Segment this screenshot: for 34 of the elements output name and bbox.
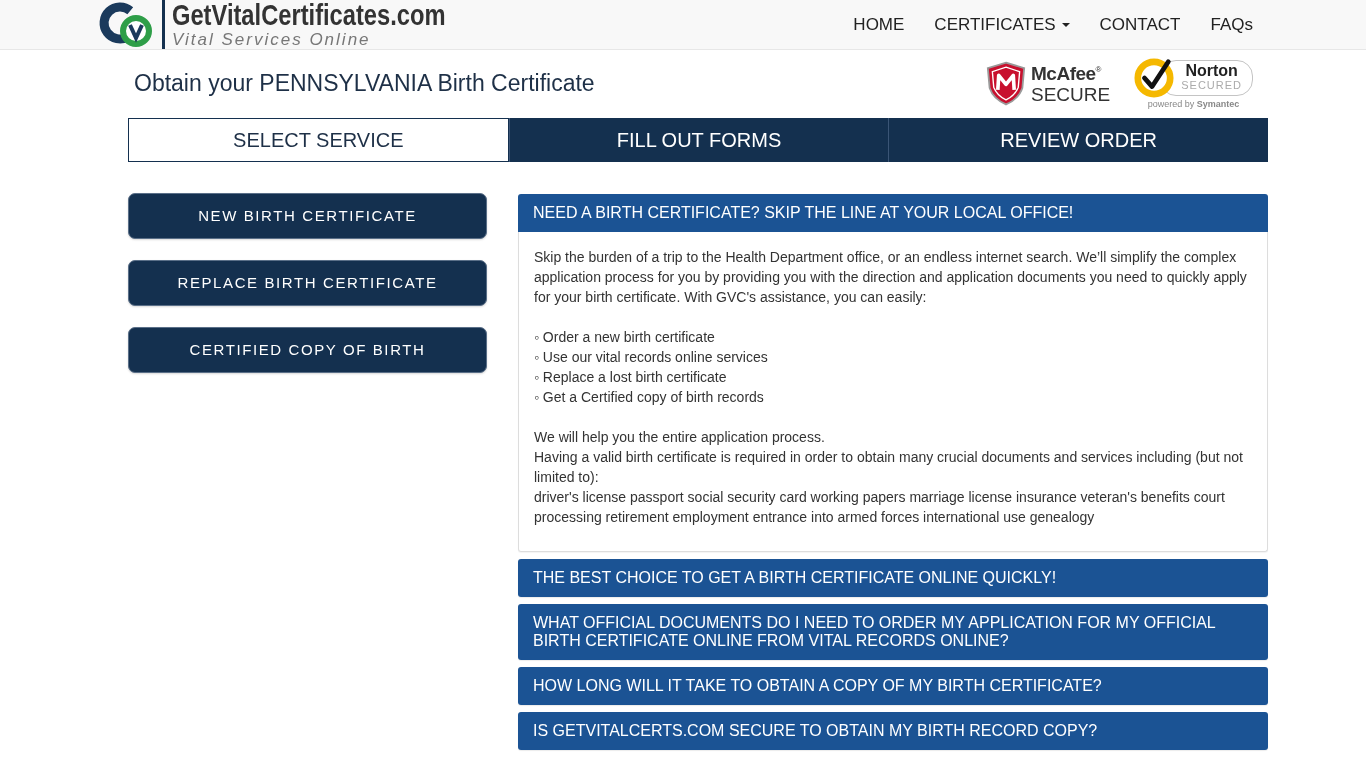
caret-icon	[1061, 22, 1070, 27]
service-button[interactable]: CERTIFIED COPY OF BIRTH	[128, 327, 487, 373]
page-title: Obtain your PENNSYLVANIA Birth Certificate	[134, 69, 595, 98]
service-button[interactable]: NEW BIRTH CERTIFICATE	[128, 193, 487, 239]
accordion-header[interactable]: NEED A BIRTH CERTIFICATE? SKIP THE LINE AT YOUR LOCAL OFFICE!	[518, 194, 1268, 232]
seal-label: SECURE	[1031, 83, 1111, 105]
accordion-header[interactable]: IS GETVITALCERTS.COM SECURE TO OBTAIN MY BIRTH RECORD COPY?	[518, 712, 1268, 750]
body-text: ◦ Replace a lost birth certificate	[534, 368, 728, 387]
seal-brand-name: Norton	[1185, 62, 1238, 78]
nav-link[interactable]: HOME	[838, 0, 920, 49]
body-text: driver's license passport social security card working papers marriage license insurance veteran's benefits court processing retirement employment entrance into armed forces international use genealogy	[534, 488, 1226, 527]
site-name[interactable]: GetVitalCertificates.com	[172, 0, 446, 30]
accordion-header[interactable]: WHAT OFFICIAL DOCUMENTS DO I NEED TO ORDER MY APPLICATION FOR MY OFFICIAL BIRTH CERTIFICATE ONLINE FROM VITAL RECORDS ONLINE?	[518, 604, 1268, 660]
nav-link[interactable]: FAQs	[1195, 0, 1268, 49]
seal-label: SECURED	[1181, 77, 1242, 93]
accordion-header[interactable]: THE BEST CHOICE TO GET A BIRTH CERTIFICATE ONLINE QUICKLY!	[518, 559, 1268, 597]
checkmark-icon	[1134, 57, 1175, 98]
accordion-header[interactable]: HOW LONG WILL IT TAKE TO OBTAIN A COPY OF MY BIRTH CERTIFICATE?	[518, 667, 1268, 705]
nav-link[interactable]: CERTIFICATES	[919, 0, 1085, 49]
seal-caption: powered by Symantec	[1147, 98, 1240, 110]
body-text: ◦ Get a Certified copy of birth records	[534, 388, 765, 407]
body-text: We will help you the entire application process.	[534, 428, 826, 447]
shield-icon	[986, 61, 1026, 106]
nav-link[interactable]: CONTACT	[1084, 0, 1196, 49]
body-text: ◦ Order a new birth certificate	[534, 328, 716, 347]
site-tagline: Vital Services Online	[172, 30, 371, 49]
body-text: Having a valid birth certificate is required in order to obtain many crucial documents and services including (but not limited to):	[534, 448, 1244, 487]
step-tab[interactable]: REVIEW ORDER	[888, 118, 1268, 162]
body-text: ◦ Use our vital records online services	[534, 348, 769, 367]
seal-brand-name: McAfee$^{®}$	[1031, 62, 1103, 84]
step-tab[interactable]: SELECT SERVICE	[128, 118, 509, 162]
service-button[interactable]: REPLACE BIRTH CERTIFICATE	[128, 260, 487, 306]
body-text: Skip the burden of a trip to the Health Department office, or an endless internet search. We’ll simplify the complex application process for you by providing you with the direction and application documents you need to quickly apply for your birth certificate. With GVC's assistance, you can easily:	[534, 248, 1248, 307]
step-tab[interactable]: FILL OUT FORMS	[508, 118, 889, 162]
